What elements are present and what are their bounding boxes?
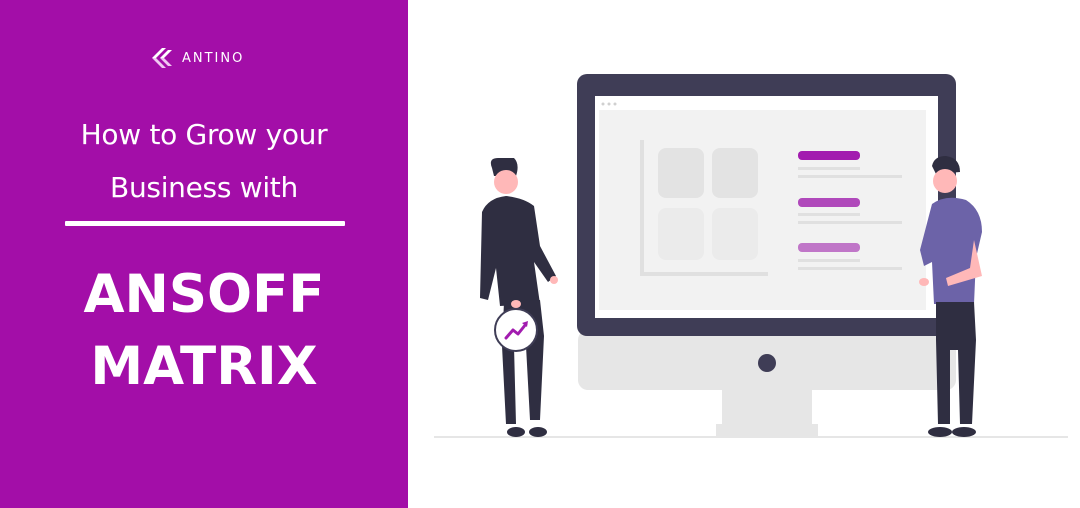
screen-panel (599, 110, 926, 310)
chart-axis-x (640, 272, 768, 276)
matrix-cell (712, 208, 758, 260)
headline-line-1: ANSOFF (83, 264, 325, 325)
monitor (577, 74, 956, 436)
subtitle-line-2: Business with (110, 171, 298, 204)
brand-logo: ANTINO (148, 44, 244, 72)
title-divider (65, 221, 345, 226)
subtitle-line-1: How to Grow your (80, 118, 328, 151)
list-bar (798, 243, 860, 252)
presentation-illustration (434, 74, 1068, 438)
list-bar (798, 198, 860, 207)
monitor-stand (722, 386, 812, 426)
trend-badge (494, 308, 538, 352)
monitor-camera (758, 354, 776, 372)
matrix-cell (658, 148, 704, 198)
monitor-base (716, 424, 818, 436)
person-left (480, 158, 558, 437)
matrix-cell (712, 148, 758, 198)
headline-line-2: MATRIX (90, 336, 318, 397)
antino-logo-icon (152, 48, 172, 68)
list-bar (798, 151, 860, 160)
matrix-cell (658, 208, 704, 260)
title-panel: ANTINO How to Grow your Business with AN… (0, 0, 408, 508)
brand-name: ANTINO (182, 50, 245, 66)
chart-axis-y (640, 140, 644, 276)
